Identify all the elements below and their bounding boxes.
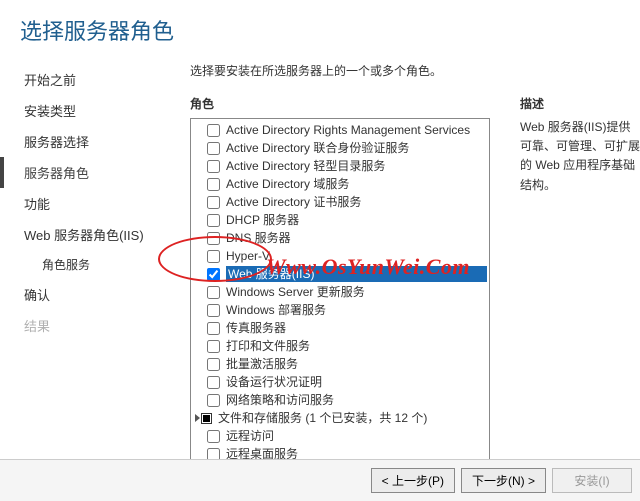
role-label: Active Directory 证书服务 [226, 194, 487, 210]
roles-label: 角色 [190, 95, 490, 112]
sidebar-item-confirm[interactable]: 确认 [24, 279, 170, 310]
role-row[interactable]: DHCP 服务器 [191, 211, 489, 229]
role-row[interactable]: Active Directory Rights Management Servi… [191, 121, 489, 139]
role-row[interactable]: 网络策略和访问服务 [191, 391, 489, 409]
role-row[interactable]: 设备运行状况证明 [191, 373, 489, 391]
sidebar: 开始之前 安装类型 服务器选择 服务器角色 功能 Web 服务器角色(IIS) … [0, 56, 170, 476]
sidebar-item-server-role[interactable]: 服务器角色 [24, 157, 170, 188]
role-label: 文件和存储服务 (1 个已安装，共 12 个) [218, 410, 487, 426]
role-checkbox[interactable] [207, 160, 220, 173]
role-label: Active Directory 联合身份验证服务 [226, 140, 487, 156]
description-label: 描述 [520, 95, 640, 112]
role-checkbox[interactable] [207, 142, 220, 155]
role-row[interactable]: DNS 服务器 [191, 229, 489, 247]
role-row[interactable]: 批量激活服务 [191, 355, 489, 373]
role-checkbox[interactable] [207, 232, 220, 245]
role-row[interactable]: Active Directory 联合身份验证服务 [191, 139, 489, 157]
prev-button[interactable]: < 上一步(P) [371, 468, 455, 493]
roles-listbox[interactable]: Active Directory Rights Management Servi… [190, 118, 490, 464]
sidebar-item-web-iis[interactable]: Web 服务器角色(IIS) [24, 219, 170, 250]
role-label: Active Directory 轻型目录服务 [226, 158, 487, 174]
role-row[interactable]: 文件和存储服务 (1 个已安装，共 12 个) [191, 409, 489, 427]
role-checkbox[interactable] [207, 268, 220, 281]
role-row[interactable]: Hyper-V [191, 247, 489, 265]
role-checkbox[interactable] [207, 304, 220, 317]
role-row[interactable]: Active Directory 证书服务 [191, 193, 489, 211]
role-label: DHCP 服务器 [226, 212, 487, 228]
role-row[interactable]: Web 服务器(IIS) [191, 265, 489, 283]
role-checkbox[interactable] [207, 124, 220, 137]
role-label: Windows Server 更新服务 [226, 284, 487, 300]
sidebar-item-server-select[interactable]: 服务器选择 [24, 126, 170, 157]
install-button: 安装(I) [552, 468, 632, 493]
checkbox-partial-icon[interactable] [201, 413, 212, 424]
role-checkbox[interactable] [207, 286, 220, 299]
role-label: 设备运行状况证明 [226, 374, 487, 390]
role-row[interactable]: 传真服务器 [191, 319, 489, 337]
role-checkbox[interactable] [207, 358, 220, 371]
role-checkbox[interactable] [207, 430, 220, 443]
footer: < 上一步(P) 下一步(N) > 安装(I) [0, 459, 640, 501]
expand-icon[interactable] [195, 414, 200, 422]
role-checkbox[interactable] [207, 394, 220, 407]
role-label: Active Directory 域服务 [226, 176, 487, 192]
role-row[interactable]: 远程访问 [191, 427, 489, 445]
sidebar-item-before[interactable]: 开始之前 [24, 64, 170, 95]
role-checkbox[interactable] [207, 250, 220, 263]
role-row[interactable]: Active Directory 轻型目录服务 [191, 157, 489, 175]
instruction-text: 选择要安装在所选服务器上的一个或多个角色。 [190, 62, 640, 79]
role-label: 传真服务器 [226, 320, 487, 336]
role-label: Windows 部署服务 [226, 302, 487, 318]
role-label: 网络策略和访问服务 [226, 392, 487, 408]
sidebar-item-features[interactable]: 功能 [24, 188, 170, 219]
role-label: DNS 服务器 [226, 230, 487, 246]
role-row[interactable]: Active Directory 域服务 [191, 175, 489, 193]
role-checkbox[interactable] [207, 376, 220, 389]
role-label: 打印和文件服务 [226, 338, 487, 354]
role-label: 批量激活服务 [226, 356, 487, 372]
sidebar-item-install-type[interactable]: 安装类型 [24, 95, 170, 126]
sidebar-item-results: 结果 [24, 310, 170, 341]
role-checkbox[interactable] [207, 214, 220, 227]
role-label: Active Directory Rights Management Servi… [226, 122, 487, 138]
role-row[interactable]: Windows 部署服务 [191, 301, 489, 319]
role-label: Web 服务器(IIS) [226, 266, 487, 282]
role-checkbox[interactable] [207, 196, 220, 209]
page-title: 选择服务器角色 [20, 14, 620, 46]
role-label: Hyper-V [226, 248, 487, 264]
next-button[interactable]: 下一步(N) > [461, 468, 546, 493]
role-row[interactable]: 打印和文件服务 [191, 337, 489, 355]
description-text: Web 服务器(IIS)提供可靠、可管理、可扩展的 Web 应用程序基础结构。 [520, 118, 640, 195]
role-checkbox[interactable] [207, 340, 220, 353]
role-checkbox[interactable] [207, 178, 220, 191]
sidebar-item-role-services[interactable]: 角色服务 [24, 250, 170, 279]
main-panel: 选择要安装在所选服务器上的一个或多个角色。 角色 Active Director… [170, 56, 640, 476]
role-row[interactable]: Windows Server 更新服务 [191, 283, 489, 301]
role-label: 远程访问 [226, 428, 487, 444]
role-checkbox[interactable] [207, 322, 220, 335]
